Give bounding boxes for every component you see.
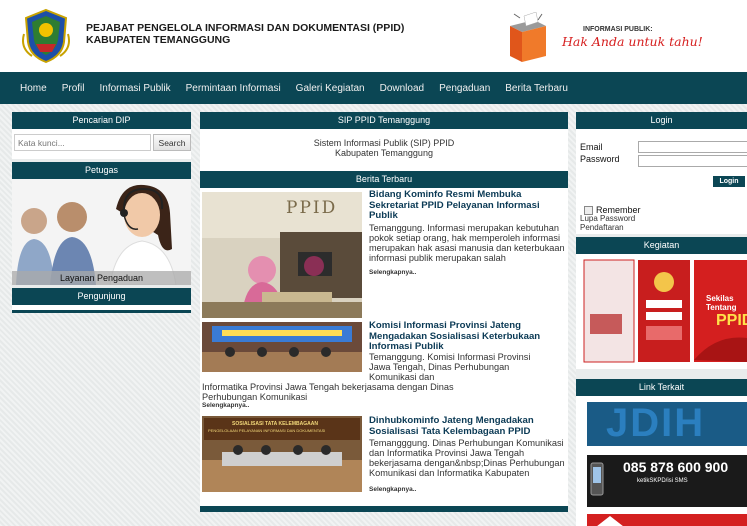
main-content: SIP PPID Temanggung Sistem Informasi Pub… <box>200 112 568 512</box>
house-icon <box>597 516 623 526</box>
site-title-line1: PEJABAT PENGELOLA INFORMASI DAN DOKUMENT… <box>86 22 405 34</box>
news-item: PPID Bidang Kominfo Resmi Membuka Sekret… <box>200 188 568 322</box>
read-more-link[interactable]: Selengkapnya.. <box>202 402 249 409</box>
lupa-password-link[interactable]: Lupa Password <box>580 214 635 223</box>
berita-panel-title: Berita Terbaru <box>200 171 568 188</box>
pengunjung-panel-title: Pengunjung <box>12 288 191 305</box>
customer-service-photo[interactable]: Layanan Pengaduan <box>12 179 191 285</box>
center-footer-bar <box>200 506 568 512</box>
sms-subtext: ketikSKPD/isi SMS <box>637 478 688 484</box>
left-sidebar: Pencarian DIP Search Petugas Layanan Pen… <box>12 112 191 313</box>
news-excerpt-continued: Informatika Provinsi Jawa Tengah bekerja… <box>202 382 454 402</box>
brochure-text-sekilas: Sekilas <box>706 294 734 303</box>
ppid-wall-sign: PPID <box>286 198 338 218</box>
operators-illustration <box>12 179 191 285</box>
temanggung-coat-of-arms-logo[interactable] <box>22 8 70 64</box>
read-more-link[interactable]: Selengkapnya.. <box>369 486 416 493</box>
search-panel-title: Pencarian DIP <box>12 112 191 129</box>
password-label: Password <box>580 154 620 164</box>
phone-icon <box>590 462 604 496</box>
email-field[interactable] <box>638 141 747 153</box>
pendaftaran-link[interactable]: Pendaftaran <box>580 223 624 232</box>
jdih-link-banner[interactable]: JDIH <box>576 396 747 452</box>
password-field[interactable] <box>638 155 747 167</box>
pengunjung-panel <box>12 305 191 313</box>
promo-slogan: Hak Anda untuk tahu! <box>562 34 703 49</box>
sip-line2: Kabupaten Temanggung <box>335 148 433 158</box>
search-panel: Search <box>12 129 191 159</box>
nav-profil[interactable]: Profil <box>62 83 85 94</box>
site-title: PEJABAT PENGELOLA INFORMASI DAN DOKUMENT… <box>86 22 404 46</box>
nav-home[interactable]: Home <box>20 83 47 94</box>
news-thumbnail[interactable]: PPID <box>202 192 362 318</box>
news-item: SOSIALISASI TATA KELEMBAGAAN PENGELOLAAN… <box>200 415 568 506</box>
brochure-text-tentang: Tentang <box>706 303 737 312</box>
search-input[interactable] <box>14 134 151 151</box>
nav-download[interactable]: Download <box>380 83 424 94</box>
brochure-text-ppid: PPID <box>716 312 747 329</box>
sip-panel-body: Sistem Informasi Publik (SIP) PPID Kabup… <box>200 129 568 171</box>
read-more-link[interactable]: Selengkapnya.. <box>369 269 416 276</box>
nav-permintaan-informasi[interactable]: Permintaan Informasi <box>186 83 281 94</box>
login-panel-title: Login <box>576 112 747 129</box>
nav-informasi-publik[interactable]: Informasi Publik <box>99 83 170 94</box>
sip-panel-title: SIP PPID Temanggung <box>200 112 568 129</box>
email-label: Email <box>580 142 603 152</box>
link-banner-red[interactable] <box>576 510 747 526</box>
sosialisasi-event-photo <box>202 322 362 372</box>
kegiatan-gallery-image[interactable]: Sekilas Tentang PPID <box>576 254 747 369</box>
petugas-caption: Layanan Pengaduan <box>12 271 191 285</box>
site-title-line2: KABUPATEN TEMANGGUNG <box>86 34 231 46</box>
nav-berita-terbaru[interactable]: Berita Terbaru <box>505 83 568 94</box>
promo-label: INFORMASI PUBLIK: <box>583 26 653 33</box>
news-title-link[interactable]: Komisi Informasi Provinsi Jateng Mengada… <box>369 320 565 353</box>
nav-galeri-kegiatan[interactable]: Galeri Kegiatan <box>296 83 365 94</box>
link-terkait-panel-title: Link Terkait <box>576 379 747 396</box>
site-header: PEJABAT PENGELOLA INFORMASI DAN DOKUMENT… <box>0 0 747 72</box>
jdih-text: JDIH <box>606 401 706 445</box>
petugas-panel-title: Petugas <box>12 162 191 179</box>
news-title-link[interactable]: Bidang Kominfo Resmi Membuka Sekretariat… <box>369 189 565 222</box>
nav-pengaduan[interactable]: Pengaduan <box>439 83 490 94</box>
news-item: Komisi Informasi Provinsi Jateng Mengada… <box>200 320 568 416</box>
news-thumbnail[interactable]: SOSIALISASI TATA KELEMBAGAAN PENGELOLAAN… <box>202 416 362 492</box>
news-title-link[interactable]: Dinhubkominfo Jateng Mengadakan Sosialis… <box>369 415 565 437</box>
news-thumbnail[interactable] <box>202 322 362 372</box>
event-banner-line2: PENGELOLAAN PELAYANAN INFORMASI DAN DOKU… <box>208 428 326 433</box>
main-nav: Home Profil Informasi Publik Permintaan … <box>0 72 747 104</box>
sip-line1: Sistem Informasi Publik (SIP) PPID <box>313 138 455 148</box>
event-banner-line1: SOSIALISASI TATA KELEMBAGAAN <box>232 421 318 427</box>
kegiatan-panel-title: Kegiatan <box>576 237 747 254</box>
info-box-illustration <box>510 12 546 62</box>
news-excerpt: Temangggung. Dinas Perhubungan Komunikas… <box>369 438 565 478</box>
news-excerpt: Temanggung. Komisi Informasi Provinsi Ja… <box>369 352 531 382</box>
right-sidebar: Login Email Password Login Remember Lupa… <box>576 112 747 526</box>
news-excerpt: Temanggung. Informasi merupakan kebutuha… <box>369 223 565 263</box>
sms-number: 085 878 600 900 <box>623 459 729 475</box>
login-panel: Email Password Login Remember Lupa Passw… <box>576 129 747 234</box>
sms-link-banner[interactable]: 085 878 600 900 ketikSKPD/isi SMS <box>576 452 747 510</box>
search-button[interactable]: Search <box>153 134 191 151</box>
login-button[interactable]: Login <box>713 176 745 187</box>
ppid-office-photo <box>202 192 362 318</box>
